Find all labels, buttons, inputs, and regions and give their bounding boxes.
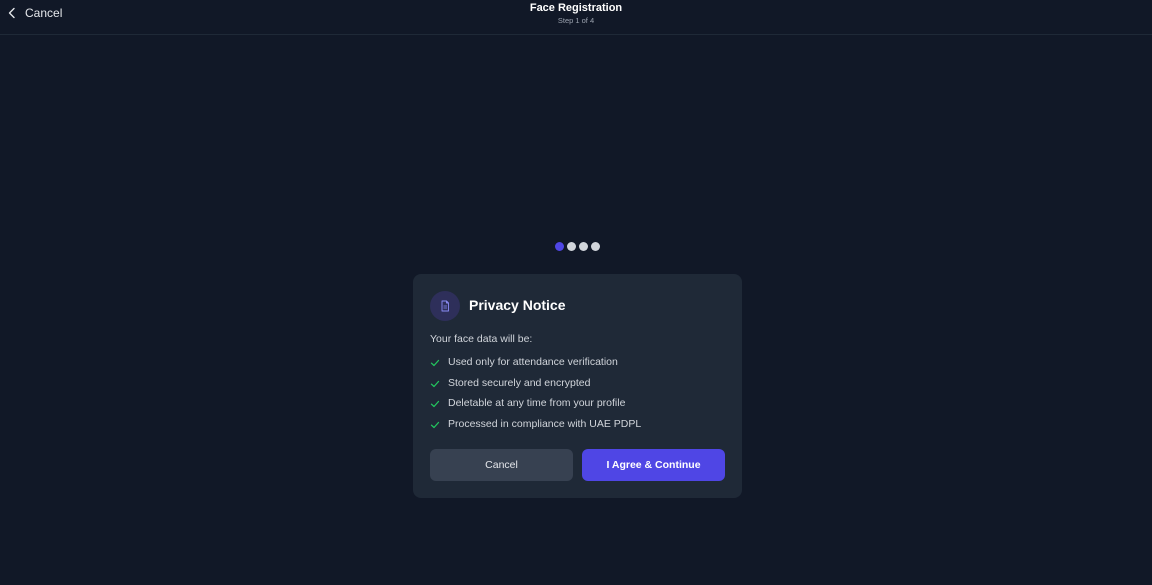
cancel-button[interactable]: Cancel [430,449,573,481]
face-registration-screen: Cancel Face Registration Step 1 of 4 Pri… [0,0,1152,585]
step-indicator-text: Step 1 of 4 [557,16,595,25]
agree-continue-button[interactable]: I Agree & Continue [582,449,725,481]
list-item: Processed in compliance with UAE PDPL [430,418,641,439]
step-dot-4 [591,242,600,251]
top-bar: Cancel Face Registration Step 1 of 4 [0,0,1152,35]
list-item: Stored securely and encrypted [430,377,641,398]
header-center: Face Registration Step 1 of 4 [0,1,1152,26]
list-item-text: Processed in compliance with UAE PDPL [448,418,642,431]
document-icon [430,291,460,321]
check-icon [430,380,440,387]
check-icon [430,421,440,429]
check-icon [430,401,440,408]
list-item-text: Stored securely and encrypted [448,376,591,389]
step-dot-3 [579,242,588,251]
step-dot-2 [567,242,576,251]
notice-list: Used only for attendance verification St… [430,356,641,439]
step-dot-1 [555,242,564,251]
list-item-text: Used only for attendance verification [448,356,618,368]
list-item: Deletable at any time from your profile [430,397,641,418]
notice-title: Privacy Notice [469,297,566,313]
list-item-text: Deletable at any time from your profile [448,397,626,410]
list-item: Used only for attendance verification [430,356,641,377]
privacy-notice-card: Privacy Notice Your face data will be: U… [413,274,742,498]
page-title: Face Registration [529,2,623,14]
notice-intro: Your face data will be: [430,333,533,345]
check-icon [430,359,440,367]
step-progress-dots [555,242,600,251]
